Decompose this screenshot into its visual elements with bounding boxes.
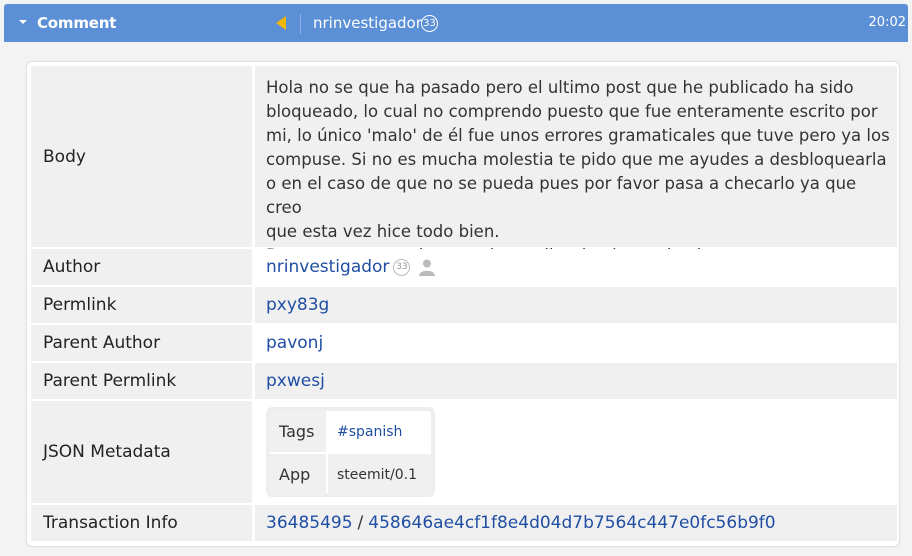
parent-permlink-label: Parent Permlink	[31, 363, 252, 399]
row-parent-author: Parent Author pavonj	[31, 325, 897, 361]
meta-row-app: App steemit/0.1	[270, 454, 431, 495]
parent-permlink-link[interactable]: pxwesj	[266, 371, 325, 391]
meta-tag-link[interactable]: #spanish	[337, 424, 402, 440]
reply-arrow-icon[interactable]	[275, 16, 287, 30]
transaction-separator: /	[357, 513, 364, 533]
parent-author-link[interactable]: pavonj	[266, 333, 323, 353]
row-json-metadata: JSON Metadata Tags #spanish App steemit/…	[31, 401, 897, 503]
author-label: Author	[31, 249, 252, 285]
row-permlink: Permlink pxy83g	[31, 287, 897, 323]
parent-permlink-value-cell: pxwesj	[255, 363, 897, 399]
meta-tags-value-cell: #spanish	[328, 411, 431, 452]
permlink-value-cell: pxy83g	[255, 287, 897, 323]
json-metadata-label: JSON Metadata	[31, 401, 252, 503]
meta-app-value: steemit/0.1	[328, 454, 431, 495]
comment-details-table: Body Hola no se que ha pasado pero el ul…	[26, 61, 900, 547]
transaction-hash-link[interactable]: 458646ae4cf1f8e4d04d7b7564c447e0fc56b9f0	[368, 513, 775, 533]
transaction-info-label: Transaction Info	[31, 505, 252, 541]
parent-author-value-cell: pavonj	[255, 325, 897, 361]
header-divider	[300, 14, 301, 34]
body-text: Hola no se que ha pasado pero el ultimo …	[266, 78, 890, 265]
author-reputation-badge: 33	[393, 258, 411, 276]
row-parent-permlink: Parent Permlink pxwesj	[31, 363, 897, 399]
body-label: Body	[31, 66, 252, 247]
json-metadata-value-cell: Tags #spanish App steemit/0.1	[255, 401, 897, 503]
comment-header-bar: Comment nrinvestigador 33 20:02	[4, 4, 908, 42]
permlink-link[interactable]: pxy83g	[266, 295, 329, 315]
user-profile-icon[interactable]	[418, 258, 436, 276]
permlink-label: Permlink	[31, 287, 252, 323]
header-timestamp: 20:02	[868, 15, 906, 30]
collapse-caret-icon[interactable]	[18, 17, 28, 27]
row-transaction-info: Transaction Info 36485495 / 458646ae4cf1…	[31, 505, 897, 541]
transaction-block-link[interactable]: 36485495	[266, 513, 353, 533]
meta-tags-label: Tags	[270, 411, 326, 452]
row-author: Author nrinvestigador 33	[31, 249, 897, 285]
header-title[interactable]: Comment	[37, 14, 116, 32]
header-username-link[interactable]: nrinvestigador	[313, 14, 422, 32]
meta-app-label: App	[270, 454, 326, 495]
body-value-cell: Hola no se que ha pasado pero el ultimo …	[255, 66, 897, 265]
author-value-cell: nrinvestigador 33	[255, 249, 897, 285]
author-link[interactable]: nrinvestigador	[266, 257, 389, 277]
parent-author-label: Parent Author	[31, 325, 252, 361]
json-metadata-table: Tags #spanish App steemit/0.1	[266, 407, 435, 497]
meta-row-tags: Tags #spanish	[270, 411, 431, 452]
row-body: Body Hola no se que ha pasado pero el ul…	[31, 66, 897, 265]
transaction-info-value-cell: 36485495 / 458646ae4cf1f8e4d04d7b7564c44…	[255, 505, 897, 541]
header-reputation-badge: 33	[421, 15, 438, 32]
